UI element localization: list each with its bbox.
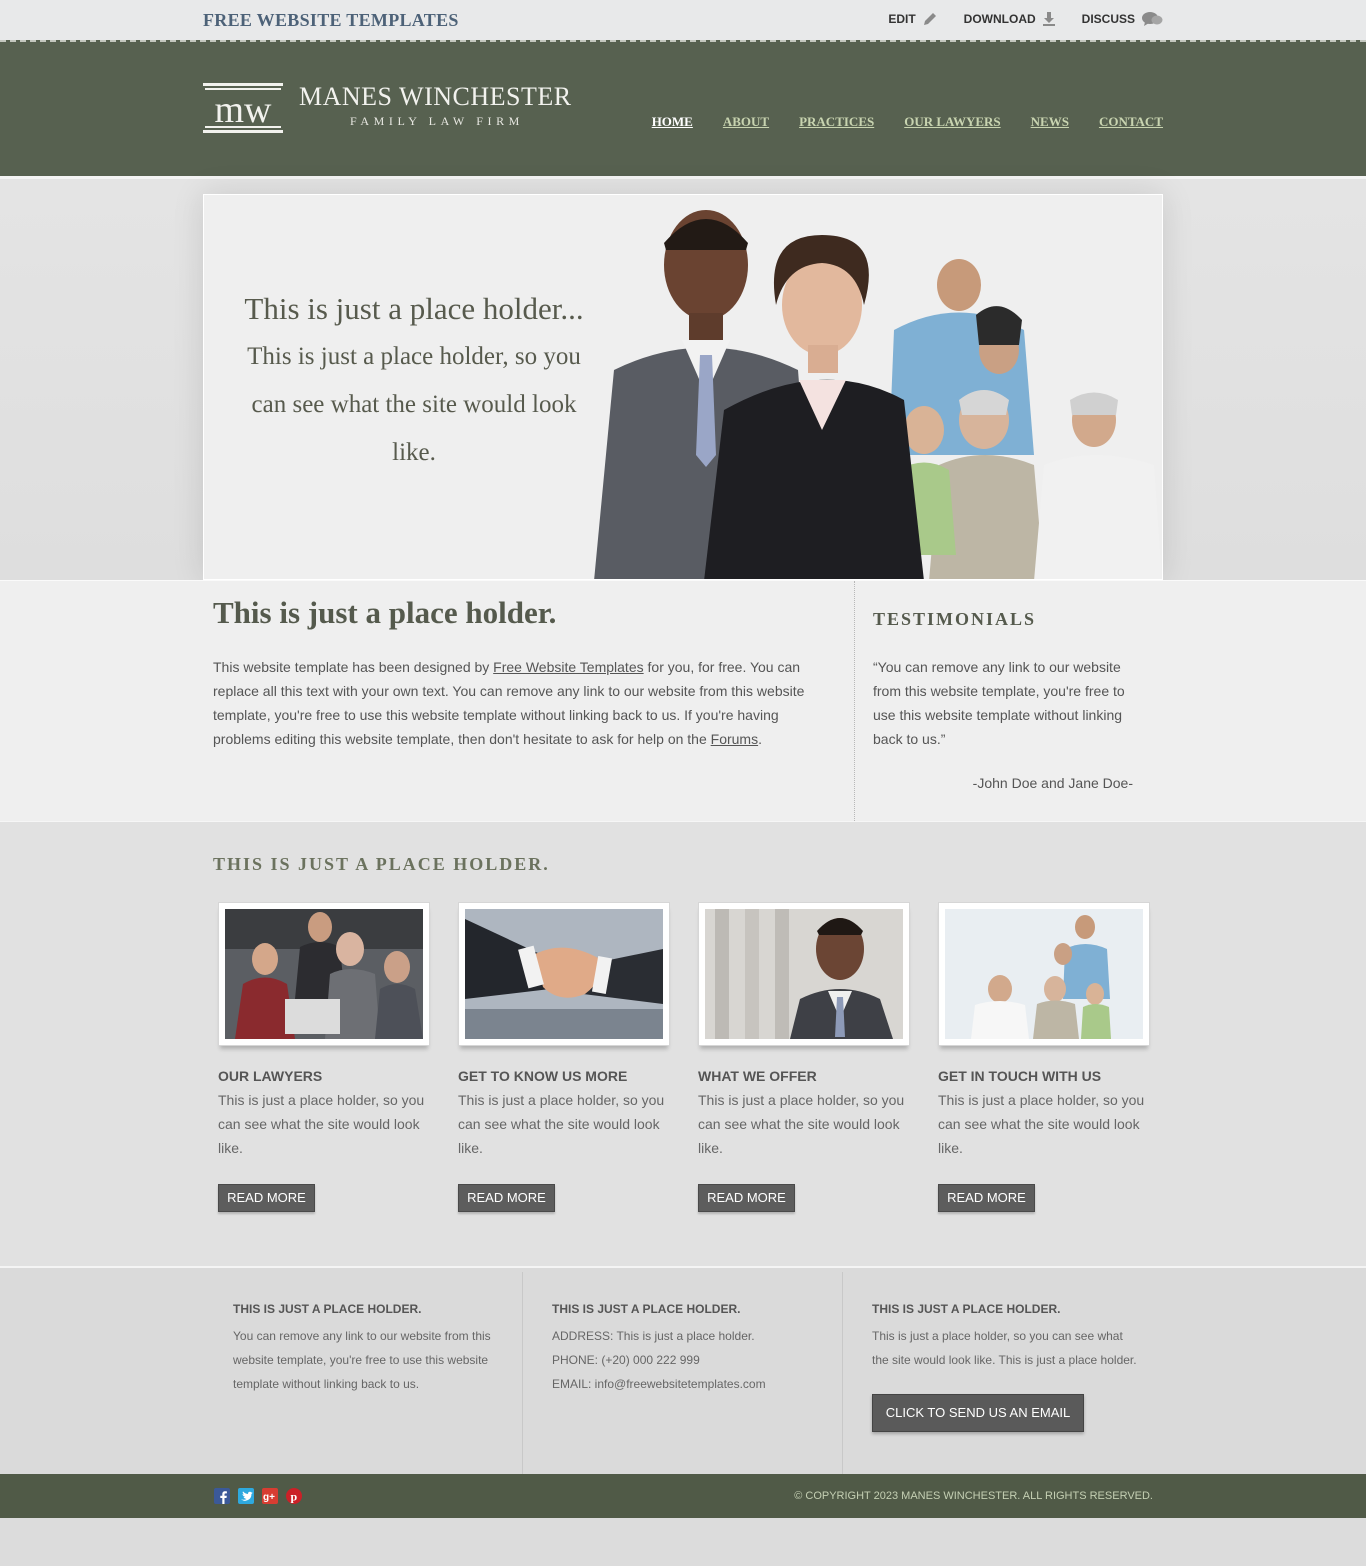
free-website-templates-link[interactable]: Free Website Templates <box>493 659 643 675</box>
feature-heading: WHAT WE OFFER <box>698 1068 817 1084</box>
twitter-icon[interactable] <box>238 1488 254 1504</box>
feature-photo[interactable] <box>698 902 910 1046</box>
feature-text: This is just a place holder, so you can … <box>938 1092 1145 1156</box>
nav-news[interactable]: NEWS <box>1031 114 1069 130</box>
hero-headline: This is just a place holder... <box>244 291 584 326</box>
column-divider <box>854 581 855 823</box>
forums-link[interactable]: Forums <box>711 731 758 747</box>
logo-subtitle: FAMILY LAW FIRM <box>350 114 524 128</box>
footer-section: THIS IS JUST A PLACE HOLDER. You can rem… <box>0 1266 1366 1476</box>
feature-heading: OUR LAWYERS <box>218 1068 323 1084</box>
feature-heading: GET IN TOUCH WITH US <box>938 1068 1102 1084</box>
edit-label: EDIT <box>888 12 916 26</box>
download-label: DOWNLOAD <box>963 12 1036 26</box>
feature-text: This is just a place holder, so you can … <box>458 1092 665 1156</box>
feature-photo[interactable] <box>458 902 670 1046</box>
testimonials-title: TESTIMONIALS <box>873 609 1037 629</box>
read-more-button[interactable]: READ MORE <box>458 1184 555 1212</box>
testimonial-quote: “You can remove any link to our website … <box>873 659 1125 747</box>
top-links: EDIT DOWNLOAD DISCUSS <box>888 11 1163 27</box>
footer-text: You can remove any link to our website f… <box>233 1329 491 1391</box>
hero-text: This is just a place holder... This is j… <box>244 285 584 477</box>
feature-photo[interactable] <box>218 902 430 1046</box>
logo-name[interactable]: MANES WINCHESTER <box>299 82 572 112</box>
feature-card-our-lawyers: OUR LAWYERS This is just a place holder,… <box>218 902 430 1212</box>
features-section: THIS IS JUST A PLACE HOLDER. OUR LAWYERS… <box>0 822 1366 1266</box>
family-group <box>889 259 1162 579</box>
feature-photo[interactable] <box>938 902 1150 1046</box>
read-more-button[interactable]: READ MORE <box>698 1184 795 1212</box>
download-icon <box>1042 12 1055 26</box>
footer-col-email: THIS IS JUST A PLACE HOLDER. This is jus… <box>842 1268 1162 1476</box>
footer-divider <box>842 1272 843 1476</box>
family-photo <box>945 909 1143 1039</box>
footer-phone: PHONE: (+20) 000 222 999 <box>552 1353 700 1367</box>
download-link[interactable]: DOWNLOAD <box>964 11 1056 27</box>
read-more-button[interactable]: READ MORE <box>218 1184 315 1212</box>
social-links: g+ p <box>214 1488 302 1504</box>
send-email-button[interactable]: CLICK TO SEND US AN EMAIL <box>872 1394 1084 1432</box>
svg-text:p: p <box>291 1490 298 1504</box>
handshake-photo <box>465 909 663 1039</box>
discuss-link[interactable]: DISCUSS <box>1082 11 1163 27</box>
site-header: mw MANES WINCHESTER FAMILY LAW FIRM HOME… <box>0 40 1366 176</box>
content-section: This is just a place holder. This websit… <box>0 580 1366 823</box>
edit-link[interactable]: EDIT <box>888 11 937 27</box>
feature-text: This is just a place holder, so you can … <box>698 1092 905 1156</box>
footer-col-contact: THIS IS JUST A PLACE HOLDER. ADDRESS: Th… <box>522 1268 842 1476</box>
pinterest-icon[interactable]: p <box>286 1488 302 1504</box>
footer-divider <box>522 1272 523 1476</box>
pencil-icon <box>923 13 936 25</box>
top-strip: FREE WEBSITE TEMPLATES EDIT DOWNLOAD DIS… <box>0 0 1366 40</box>
nav-contact[interactable]: CONTACT <box>1099 114 1163 130</box>
copyright-text: © COPYRIGHT 2023 MANES WINCHESTER. ALL R… <box>794 1490 1153 1502</box>
logo-mw-icon[interactable]: mw <box>203 82 283 134</box>
speech-bubbles-icon <box>1142 12 1163 26</box>
main-title: This is just a place holder. <box>213 595 557 630</box>
nav-about[interactable]: ABOUT <box>723 114 769 130</box>
feature-heading: GET TO KNOW US MORE <box>458 1068 628 1084</box>
read-more-button[interactable]: READ MORE <box>938 1184 1035 1212</box>
footer-address: ADDRESS: This is just a place holder. <box>552 1329 755 1343</box>
footer-col-about: THIS IS JUST A PLACE HOLDER. You can rem… <box>203 1268 523 1476</box>
discuss-label: DISCUSS <box>1081 12 1135 26</box>
hero-people-image <box>594 210 1162 579</box>
svg-text:g+: g+ <box>263 1492 275 1503</box>
feature-card-get-to-know-us: GET TO KNOW US MORE This is just a place… <box>458 902 670 1212</box>
footer-heading: THIS IS JUST A PLACE HOLDER. <box>872 1302 1061 1316</box>
svg-text:mw: mw <box>215 89 273 131</box>
bottom-bar: g+ p © COPYRIGHT 2023 MANES WINCHESTER. … <box>0 1474 1366 1518</box>
testimonial-author: -John Doe and Jane Doe- <box>972 775 1133 791</box>
lawyer-portrait-photo <box>705 909 903 1039</box>
fwt-brand-link[interactable]: FREE WEBSITE TEMPLATES <box>203 10 459 31</box>
main-text-a: This website template has been designed … <box>213 659 494 675</box>
main-paragraph: This website template has been designed … <box>213 655 823 751</box>
feature-card-what-we-offer: WHAT WE OFFER This is just a place holde… <box>698 902 910 1212</box>
footer-heading: THIS IS JUST A PLACE HOLDER. <box>233 1302 422 1316</box>
footer-email[interactable]: EMAIL: info@freewebsitetemplates.com <box>552 1372 822 1396</box>
hero-subline: This is just a place holder, so you can … <box>247 343 581 466</box>
googleplus-icon[interactable]: g+ <box>262 1488 278 1504</box>
features-title: THIS IS JUST A PLACE HOLDER. <box>213 854 550 874</box>
hero-banner: This is just a place holder... This is j… <box>203 194 1163 580</box>
feature-text: This is just a place holder, so you can … <box>218 1092 425 1156</box>
nav-home[interactable]: HOME <box>652 114 693 130</box>
feature-card-get-in-touch: GET IN TOUCH WITH US This is just a plac… <box>938 902 1150 1212</box>
main-text-c: . <box>758 731 762 747</box>
nav-practices[interactable]: PRACTICES <box>799 114 874 130</box>
main-nav: HOME ABOUT PRACTICES OUR LAWYERS NEWS CO… <box>652 114 1163 130</box>
footer-contact-lines: ADDRESS: This is just a place holder. PH… <box>552 1324 822 1396</box>
footer-text: This is just a place holder, so you can … <box>872 1329 1137 1367</box>
meeting-photo <box>225 909 423 1039</box>
footer-heading: THIS IS JUST A PLACE HOLDER. <box>552 1302 741 1316</box>
facebook-icon[interactable] <box>214 1488 230 1504</box>
nav-our-lawyers[interactable]: OUR LAWYERS <box>904 114 1000 130</box>
